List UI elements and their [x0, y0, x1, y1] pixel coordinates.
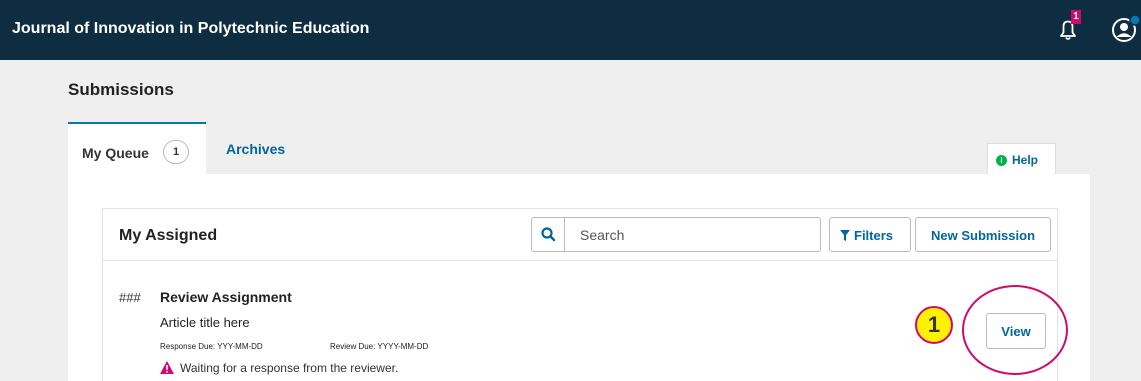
- help-button[interactable]: i Help: [987, 143, 1056, 176]
- highlight-circle: [962, 285, 1068, 375]
- help-label: Help: [1012, 153, 1039, 167]
- info-icon: i: [996, 155, 1007, 166]
- queue-count-badge: 1: [163, 140, 189, 164]
- top-navigation-bar: Journal of Innovation in Polytechnic Edu…: [0, 0, 1141, 60]
- list-title: My Assigned: [119, 227, 218, 244]
- filter-icon: [840, 230, 850, 241]
- list-header: My Assigned Search Filters New Submissio…: [103, 209, 1057, 261]
- submission-id: ###: [119, 290, 141, 305]
- submissions-list-panel: My Assigned Search Filters New Submissio…: [102, 208, 1058, 381]
- submission-type: Review Assignment: [160, 289, 292, 305]
- article-title: Article title here: [160, 315, 250, 330]
- status-message: Waiting for a response from the reviewer…: [180, 361, 399, 375]
- tab-my-queue-label: My Queue: [82, 145, 149, 161]
- tab-archives[interactable]: Archives: [226, 141, 285, 157]
- filters-button[interactable]: Filters: [829, 217, 911, 252]
- search-input[interactable]: Search: [531, 217, 821, 252]
- new-submission-label: New Submission: [930, 228, 1036, 243]
- search-placeholder: Search: [580, 227, 625, 243]
- user-icon[interactable]: [1110, 12, 1141, 46]
- notification-badge: 1: [1071, 10, 1081, 24]
- page-title: Submissions: [68, 80, 174, 99]
- search-icon: [532, 218, 565, 251]
- step-marker: 1: [915, 306, 953, 344]
- journal-title[interactable]: Journal of Innovation in Polytechnic Edu…: [12, 20, 369, 38]
- response-due-date: Response Due: YYY-MM-DD: [160, 342, 263, 351]
- review-due-date: Review Due: YYYY-MM-DD: [330, 342, 429, 351]
- filters-label: Filters: [854, 228, 894, 243]
- new-submission-button[interactable]: New Submission: [915, 217, 1051, 252]
- tab-my-queue[interactable]: My Queue 1: [68, 122, 206, 174]
- list-item[interactable]: ### Review Assignment Article title here…: [103, 262, 1057, 381]
- warning-icon: [160, 361, 174, 374]
